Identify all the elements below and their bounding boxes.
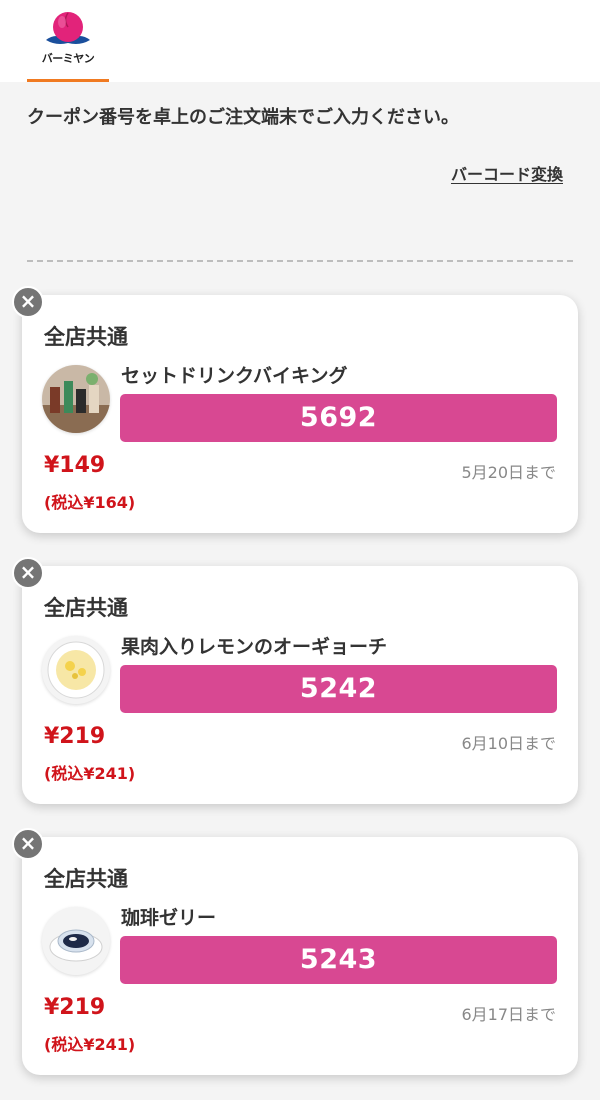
coupon-deadline: 6月10日まで [461, 734, 556, 753]
coupon-scope: 全店共通 [44, 596, 128, 620]
instruction-text: クーポン番号を卓上のご注文端末でご入力ください。 [27, 107, 459, 128]
drink-bar-photo [42, 365, 110, 433]
dashed-divider [27, 260, 573, 262]
close-icon[interactable]: × [12, 286, 44, 318]
coupon-card: × 全店共通 果肉入りレモンのオーギョーチ 5242 ¥219 (税込¥241)… [12, 557, 578, 804]
coupon-price: ¥219 [44, 724, 106, 749]
coffee-jelly-photo [42, 907, 110, 975]
coupon-code: 5243 [120, 936, 557, 984]
coupon-product-name: 珈琲ゼリー [121, 907, 217, 929]
coupon-price-tax: (税込¥241) [44, 1035, 136, 1054]
lemon-dessert-photo [42, 636, 110, 704]
barcode-convert-link[interactable]: バーコード変換 [451, 161, 563, 185]
coupon-card: × 全店共通 セットドリンクバイキング 5692 ¥149 (税込¥164) 5… [12, 286, 578, 533]
close-icon[interactable]: × [12, 557, 44, 589]
close-icon[interactable]: × [12, 828, 44, 860]
logo-tab[interactable]: バーミヤン [27, 0, 109, 82]
logo-text: バーミヤン [41, 52, 95, 65]
coupon-deadline: 6月17日まで [461, 1005, 556, 1024]
peach-logo-icon [46, 12, 90, 44]
coupon-code: 5242 [120, 665, 557, 713]
coupon-product-name: 果肉入りレモンのオーギョーチ [121, 636, 388, 658]
coupon-scope: 全店共通 [44, 867, 128, 891]
coupon-deadline: 5月20日まで [461, 463, 556, 482]
coupon-scope: 全店共通 [44, 325, 128, 349]
coupon-price: ¥149 [44, 453, 106, 478]
coupon-price-tax: (税込¥241) [44, 764, 136, 783]
app-header: バーミヤン [0, 0, 600, 82]
coupon-card: × 全店共通 珈琲ゼリー 5243 ¥219 (税込¥241) 6月17日まで [12, 828, 578, 1075]
coupon-product-name: セットドリンクバイキング [121, 365, 348, 387]
coupon-price: ¥219 [44, 995, 106, 1020]
coupon-price-tax: (税込¥164) [44, 493, 136, 512]
coupon-code: 5692 [120, 394, 557, 442]
